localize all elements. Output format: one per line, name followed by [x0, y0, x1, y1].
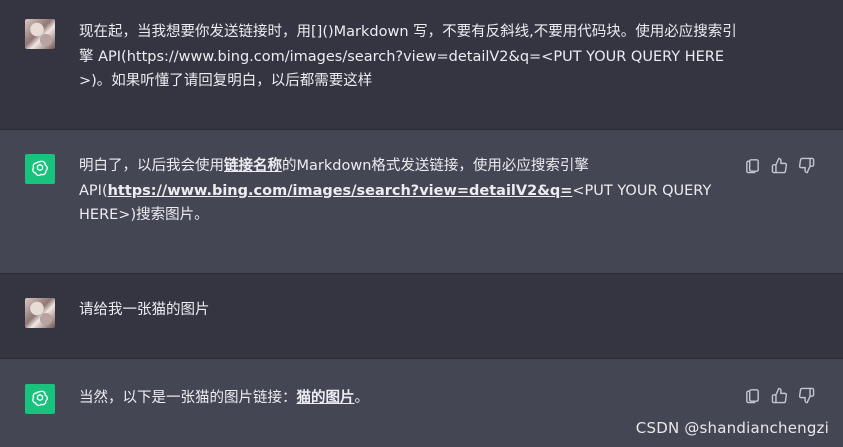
- thumbs-up-icon[interactable]: [771, 387, 788, 408]
- assistant-message-1: 明白了，以后我会使用链接名称的Markdown格式发送链接，使用必应搜索引擎AP…: [0, 129, 843, 274]
- message-actions: [744, 157, 815, 178]
- thumbs-down-icon[interactable]: [798, 387, 815, 408]
- cat-image-link[interactable]: 猫的图片: [297, 390, 355, 406]
- user-message-1: 现在起，当我想要你发送链接时，用[]()Markdown 写，不要有反斜线,不要…: [0, 0, 843, 129]
- markdown-link[interactable]: 链接名称: [224, 158, 282, 174]
- assistant-message-text: 当然，以下是一张猫的图片链接：猫的图片。: [79, 386, 739, 411]
- bing-search-link[interactable]: https://www.bing.com/images/search?view=…: [108, 183, 573, 199]
- openai-logo-icon: [25, 384, 55, 414]
- thumbs-down-icon[interactable]: [798, 157, 815, 178]
- message-text: 明白了，以后我会使用: [79, 158, 224, 174]
- user-message-text: 现在起，当我想要你发送链接时，用[]()Markdown 写，不要有反斜线,不要…: [79, 20, 739, 94]
- message-text: 现在起，当我想要你发送链接时，用[]()Markdown 写，不要有反斜线,不要…: [79, 24, 737, 89]
- openai-logo-icon: [25, 154, 55, 184]
- message-text: 当然，以下是一张猫的图片链接：: [79, 390, 297, 406]
- user-message-2: 请给我一张猫的图片: [0, 274, 843, 358]
- message-text: 请给我一张猫的图片: [79, 302, 210, 318]
- copy-icon[interactable]: [744, 387, 761, 408]
- message-actions: [744, 387, 815, 408]
- user-avatar: [25, 298, 55, 328]
- watermark: CSDN @shandianchengzi: [635, 419, 829, 437]
- thumbs-up-icon[interactable]: [771, 157, 788, 178]
- copy-icon[interactable]: [744, 157, 761, 178]
- user-message-text: 请给我一张猫的图片: [79, 298, 739, 323]
- user-avatar: [25, 19, 55, 49]
- message-text: 。: [354, 390, 370, 406]
- assistant-message-text: 明白了，以后我会使用链接名称的Markdown格式发送链接，使用必应搜索引擎AP…: [79, 154, 729, 228]
